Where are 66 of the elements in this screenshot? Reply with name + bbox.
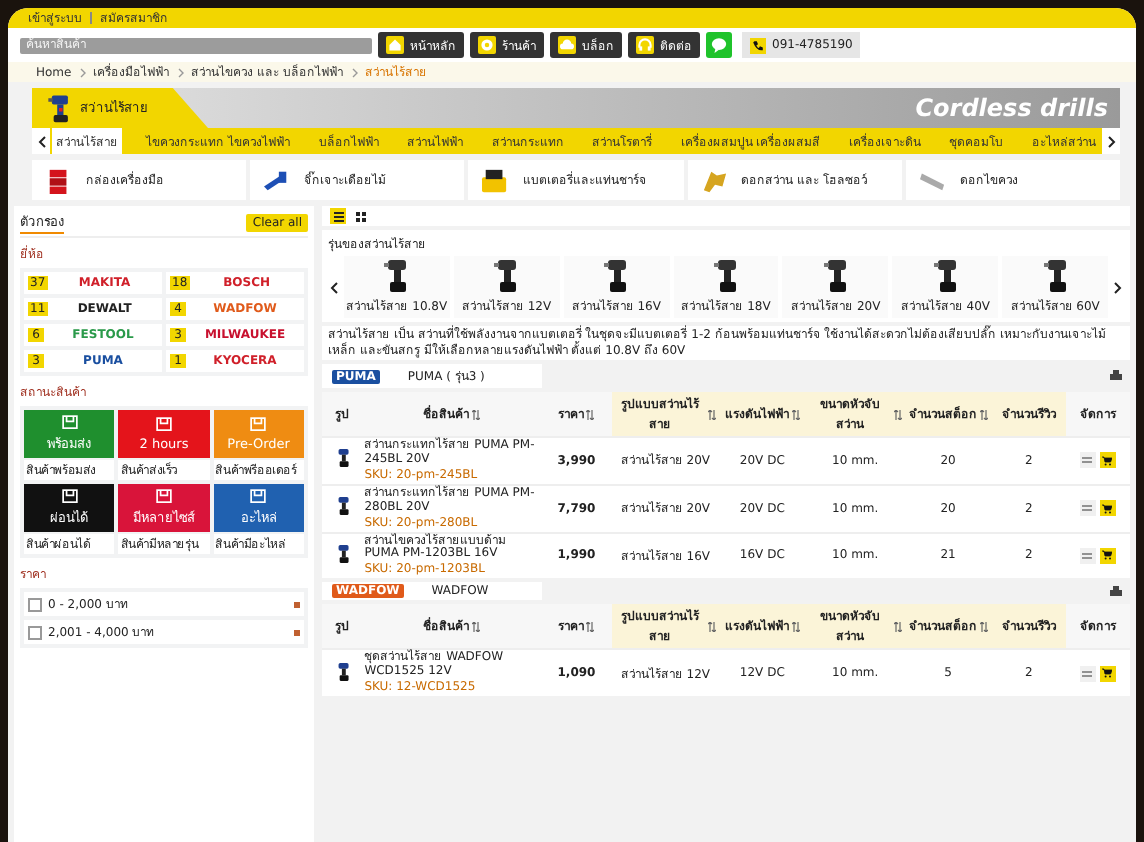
cart-icon <box>1102 668 1113 679</box>
sort-icon <box>471 621 480 632</box>
sort-icon <box>586 621 595 632</box>
price-checkbox[interactable] <box>28 625 42 639</box>
tabs-next-button[interactable] <box>1102 128 1120 154</box>
category-subtitle: Cordless drills <box>915 94 1110 122</box>
status-tile-icon <box>57 414 82 432</box>
status-tile-icon <box>151 416 176 434</box>
printer-icon[interactable] <box>1110 585 1122 598</box>
grid-icon <box>355 211 365 221</box>
sort-icon <box>893 409 902 419</box>
grid-view-button[interactable] <box>352 208 368 224</box>
home-icon <box>388 38 402 52</box>
chevron-left-icon <box>37 135 45 147</box>
chevron-right-icon <box>1107 135 1115 147</box>
sort-icon <box>707 409 716 419</box>
cart-button[interactable] <box>1099 547 1116 564</box>
chevron-icon <box>177 67 184 77</box>
drill-icon <box>1043 258 1068 294</box>
drill-icon <box>335 543 350 564</box>
chevron-left-icon <box>330 281 338 293</box>
sort-icon <box>791 621 800 632</box>
drill-bit-icon <box>699 167 730 193</box>
cart-icon <box>1102 550 1113 561</box>
headset-icon <box>638 38 652 52</box>
battery-icon <box>480 167 511 193</box>
drill-icon <box>714 258 738 294</box>
drill-icon <box>335 661 350 682</box>
tabs-previous-button[interactable] <box>32 128 50 154</box>
phone-icon <box>752 39 764 51</box>
gear-icon <box>480 38 494 52</box>
list-view-button[interactable] <box>330 208 346 224</box>
drill-icon <box>335 496 350 517</box>
sort-icon <box>707 621 716 632</box>
chevron-icon <box>351 67 358 77</box>
carousel-next-button[interactable] <box>1112 281 1124 293</box>
cart-icon <box>1102 455 1113 466</box>
sort-icon <box>979 621 988 632</box>
carousel-previous-button[interactable] <box>328 281 340 293</box>
drill-icon <box>335 448 350 469</box>
status-tile-icon <box>246 416 271 434</box>
drill-icon <box>823 258 848 294</box>
cart-button[interactable] <box>1099 452 1116 469</box>
list-icon <box>333 211 343 221</box>
chevron-right-icon <box>1114 281 1122 293</box>
sort-icon <box>586 409 595 419</box>
chevron-icon <box>79 67 86 77</box>
cart-button[interactable] <box>1099 500 1116 517</box>
status-tile-icon <box>151 488 176 506</box>
sort-icon <box>979 409 988 419</box>
status-tile-icon <box>246 488 271 506</box>
drill-icon <box>933 258 958 294</box>
drill-icon <box>494 258 519 294</box>
sort-icon <box>893 621 902 632</box>
chat-bubble-icon <box>710 36 728 54</box>
sort-icon <box>791 409 800 419</box>
cart-button[interactable] <box>1099 665 1116 682</box>
cart-icon <box>1102 503 1113 514</box>
drill-icon <box>48 92 70 124</box>
cloud-icon <box>560 38 574 52</box>
drill-icon <box>604 258 629 294</box>
printer-icon[interactable] <box>1110 370 1122 382</box>
drill-icon <box>384 258 409 294</box>
sort-icon <box>471 409 480 419</box>
status-tile-icon <box>57 488 82 506</box>
price-checkbox[interactable] <box>28 597 42 611</box>
